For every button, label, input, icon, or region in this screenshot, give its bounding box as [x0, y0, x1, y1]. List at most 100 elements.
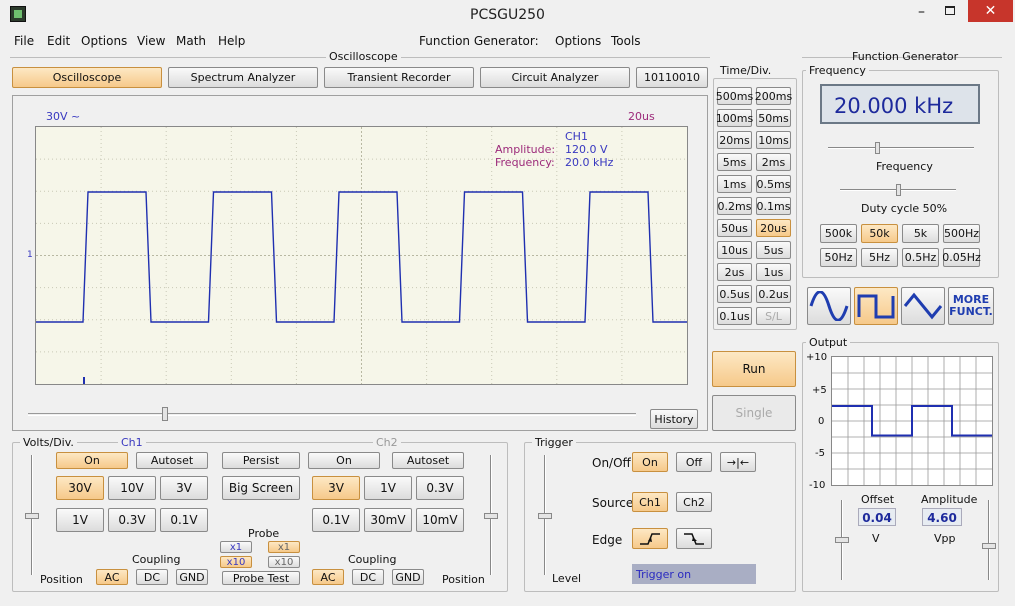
timediv-button-100ms[interactable]: 100ms: [716, 109, 753, 127]
timediv-button-2ms[interactable]: 2ms: [756, 153, 791, 171]
menu-edit[interactable]: Edit: [47, 34, 70, 48]
frequency-slider-thumb[interactable]: [875, 142, 880, 154]
tab-circuit-analyzer[interactable]: Circuit Analyzer: [480, 67, 630, 88]
sine-wave-button[interactable]: [807, 287, 851, 325]
trigger-center-button[interactable]: →|←: [720, 452, 756, 472]
horizontal-scrollbar[interactable]: [28, 413, 636, 416]
timediv-button-0.2ms[interactable]: 0.2ms: [717, 197, 752, 215]
ch1-dc-button[interactable]: DC: [136, 569, 168, 585]
range-50k-button[interactable]: 50k: [861, 224, 898, 243]
menu-math[interactable]: Math: [176, 34, 206, 48]
range-0.5hz-button[interactable]: 0.5Hz: [902, 248, 939, 267]
timediv-button-10us[interactable]: 10us: [717, 241, 752, 259]
timediv-button-0.5ms[interactable]: 0.5ms: [756, 175, 791, 193]
ch1-position-thumb[interactable]: [25, 513, 39, 519]
timediv-button-200ms[interactable]: 200ms: [755, 87, 792, 105]
menu-view[interactable]: View: [137, 34, 165, 48]
timediv-button-20ms[interactable]: 20ms: [717, 131, 752, 149]
history-button[interactable]: History: [650, 409, 698, 429]
menu-help[interactable]: Help: [218, 34, 245, 48]
minimize-icon[interactable]: –: [918, 4, 932, 20]
offset-value[interactable]: 0.04: [858, 508, 896, 526]
falling-edge-button[interactable]: [676, 528, 712, 549]
timediv-button-1us[interactable]: 1us: [756, 263, 791, 281]
timediv-button-5ms[interactable]: 5ms: [717, 153, 752, 171]
frequency-slider[interactable]: [828, 147, 974, 149]
close-button[interactable]: ✕: [968, 0, 1013, 22]
ch2-gnd-button[interactable]: GND: [392, 569, 424, 585]
range-500hz-button[interactable]: 500Hz: [943, 224, 980, 243]
ch2-autoset-button[interactable]: Autoset: [392, 452, 464, 469]
ch1-0.3v-button[interactable]: 0.3V: [108, 508, 156, 532]
persist-button[interactable]: Persist: [222, 452, 300, 469]
amplitude-value-fg[interactable]: 4.60: [922, 508, 962, 526]
ch2-probe-x10-button[interactable]: x10: [268, 556, 300, 568]
probe-test-button[interactable]: Probe Test: [222, 571, 300, 585]
tab-logic[interactable]: 10110010: [636, 67, 708, 88]
timediv-button-0.1us[interactable]: 0.1us: [717, 307, 752, 325]
timediv-button-50ms[interactable]: 50ms: [756, 109, 791, 127]
big-screen-button[interactable]: Big Screen: [222, 476, 300, 500]
run-button[interactable]: Run: [712, 351, 796, 387]
more-functions-button[interactable]: MORE FUNCT.: [948, 287, 994, 325]
ch2-probe-x1-button[interactable]: x1: [268, 541, 300, 553]
amplitude-slider[interactable]: [988, 500, 990, 580]
timediv-button-S-L[interactable]: S/L: [756, 307, 791, 325]
range-500k-button[interactable]: 500k: [820, 224, 857, 243]
ch1-probe-x1-button[interactable]: x1: [220, 541, 252, 553]
timediv-button-5us[interactable]: 5us: [756, 241, 791, 259]
trigger-level-thumb[interactable]: [538, 513, 552, 519]
timediv-button-50us[interactable]: 50us: [717, 219, 752, 237]
timediv-button-0.1ms[interactable]: 0.1ms: [756, 197, 791, 215]
ch2-30mv-button[interactable]: 30mV: [364, 508, 412, 532]
trigger-on-button[interactable]: On: [632, 452, 668, 472]
timediv-button-0.5us[interactable]: 0.5us: [717, 285, 752, 303]
timediv-button-500ms[interactable]: 500ms: [716, 87, 753, 105]
single-button[interactable]: Single: [712, 395, 796, 431]
timediv-button-2us[interactable]: 2us: [717, 263, 752, 281]
ch2-dc-button[interactable]: DC: [352, 569, 384, 585]
ch1-gnd-button[interactable]: GND: [176, 569, 208, 585]
rising-edge-button[interactable]: [632, 528, 668, 549]
ch1-10v-button[interactable]: 10V: [108, 476, 156, 500]
timediv-button-1ms[interactable]: 1ms: [717, 175, 752, 193]
triangle-wave-button[interactable]: [901, 287, 945, 325]
tab-oscilloscope[interactable]: Oscilloscope: [12, 67, 162, 88]
square-wave-button[interactable]: [854, 287, 898, 325]
duty-slider-thumb[interactable]: [896, 184, 901, 196]
range-5hz-button[interactable]: 5Hz: [861, 248, 898, 267]
ch1-0.1v-button[interactable]: 0.1V: [160, 508, 208, 532]
timediv-button-20us[interactable]: 20us: [756, 219, 791, 237]
ch2-on-button[interactable]: On: [308, 452, 380, 469]
ch1-probe-x10-button[interactable]: x10: [220, 556, 252, 568]
timediv-button-10ms[interactable]: 10ms: [756, 131, 791, 149]
offset-slider-thumb[interactable]: [835, 537, 849, 543]
menu-options[interactable]: Options: [81, 34, 127, 48]
timediv-button-0.2us[interactable]: 0.2us: [756, 285, 791, 303]
ch1-30v-button[interactable]: 30V: [56, 476, 104, 500]
scroll-thumb[interactable]: [162, 407, 168, 421]
menu-fg-tools[interactable]: Tools: [611, 34, 641, 48]
tab-transient-recorder[interactable]: Transient Recorder: [324, 67, 474, 88]
ch2-ac-button[interactable]: AC: [312, 569, 344, 585]
ch2-10mv-button[interactable]: 10mV: [416, 508, 464, 532]
trigger-off-button[interactable]: Off: [676, 452, 712, 472]
range-0.05hz-button[interactable]: 0.05Hz: [942, 248, 981, 267]
range-5k-button[interactable]: 5k: [902, 224, 939, 243]
ch2-0.1v-button[interactable]: 0.1V: [312, 508, 360, 532]
amplitude-slider-thumb[interactable]: [982, 543, 996, 549]
ch2-3v-button[interactable]: 3V: [312, 476, 360, 500]
maximize-icon[interactable]: [945, 6, 955, 15]
ch2-1v-button[interactable]: 1V: [364, 476, 412, 500]
ch1-ground-marker[interactable]: 1: [27, 250, 33, 260]
range-50hz-button[interactable]: 50Hz: [820, 248, 857, 267]
ch2-position-thumb[interactable]: [484, 513, 498, 519]
tab-spectrum-analyzer[interactable]: Spectrum Analyzer: [168, 67, 318, 88]
ch1-3v-button[interactable]: 3V: [160, 476, 208, 500]
trigger-position-marker[interactable]: [83, 377, 85, 384]
ch1-1v-button[interactable]: 1V: [56, 508, 104, 532]
ch1-on-button[interactable]: On: [56, 452, 128, 469]
trigger-source-ch2-button[interactable]: Ch2: [676, 492, 712, 512]
ch1-ac-button[interactable]: AC: [96, 569, 128, 585]
menu-fg-options[interactable]: Options: [555, 34, 601, 48]
